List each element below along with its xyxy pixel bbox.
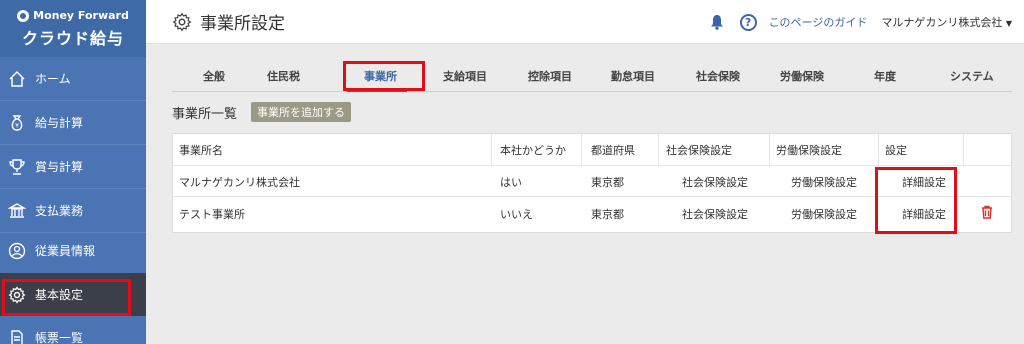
settings-tabs: 全般 住民税 事業所 支給項目 控除項目 勤怠項目 社会保険 労働保険 年度 シ… — [172, 65, 1012, 92]
column-header: 事業所名 — [179, 143, 223, 157]
sidebar-item-basic-settings[interactable]: 基本設定 — [0, 273, 146, 316]
add-office-button[interactable]: 事業所を追加する — [251, 102, 351, 122]
company-selector[interactable]: マルナゲカンリ株式会社 ▼ — [881, 14, 1012, 30]
tab-social-insurance[interactable]: 社会保険 — [696, 68, 740, 84]
document-icon — [8, 329, 26, 344]
tab-fiscal-year[interactable]: 年度 — [874, 68, 896, 84]
sidebar-item-label: ホーム — [35, 72, 71, 86]
bank-icon — [8, 202, 26, 220]
column-header: 社会保険設定 — [666, 143, 732, 157]
labor-insurance-link[interactable]: 労働保険設定 — [791, 167, 857, 196]
sidebar-item-label: 帳票一覧 — [35, 331, 84, 344]
employee-icon — [8, 242, 26, 260]
column-header: 本社かどうか — [500, 143, 566, 157]
table-header-row: 事業所名 本社かどうか 都道府県 社会保険設定 労働保険設定 設定 — [173, 134, 1011, 167]
brand-name: Money Forward — [33, 9, 129, 22]
sidebar-item-label: 基本設定 — [35, 288, 84, 302]
sidebar-item-employees[interactable]: 従業員情報 — [0, 229, 146, 272]
sidebar-item-home[interactable]: ホーム — [0, 57, 146, 100]
svg-text:¥: ¥ — [15, 122, 19, 129]
tab-general[interactable]: 全般 — [203, 68, 225, 84]
settings-gear-icon — [172, 12, 192, 32]
top-header: 事業所設定 ? このページのガイド マルナゲカンリ株式会社 ▼ — [146, 0, 1024, 44]
tab-attendance-items[interactable]: 勤怠項目 — [611, 68, 655, 84]
sidebar-item-label: 給与計算 — [35, 116, 84, 130]
prefecture: 東京都 — [591, 208, 624, 221]
sidebar: Money Forward クラウド給与 ホーム ¥ 給与計算 賞与計算 支払業… — [0, 0, 146, 344]
sidebar-item-label: 賞与計算 — [35, 160, 84, 174]
prefecture: 東京都 — [591, 175, 624, 189]
chevron-down-icon: ▼ — [1005, 19, 1012, 28]
tab-highlight-box — [343, 61, 425, 91]
tab-system[interactable]: システム — [950, 68, 994, 84]
help-icon[interactable]: ? — [739, 13, 757, 31]
sidebar-item-payments[interactable]: 支払業務 — [0, 189, 146, 232]
column-header: 都道府県 — [591, 143, 635, 157]
page-title: 事業所設定 — [200, 14, 285, 34]
section-title: 事業所一覧 — [172, 107, 238, 122]
tab-payment-items[interactable]: 支給項目 — [443, 68, 487, 84]
bell-icon[interactable] — [710, 14, 724, 30]
social-insurance-link[interactable]: 社会保険設定 — [682, 197, 748, 231]
column-header: 労働保険設定 — [776, 143, 842, 157]
tab-labor-insurance[interactable]: 労働保険 — [780, 68, 824, 84]
money-bag-icon: ¥ — [8, 114, 26, 132]
moneyforward-logo-icon — [17, 9, 30, 22]
tab-deduction-items[interactable]: 控除項目 — [528, 68, 572, 84]
trophy-icon — [8, 158, 26, 176]
sidebar-item-payroll[interactable]: ¥ 給与計算 — [0, 101, 146, 144]
sidebar-item-bonus[interactable]: 賞与計算 — [0, 145, 146, 188]
column-header: 設定 — [885, 143, 907, 157]
is-headquarters: いいえ — [500, 208, 533, 221]
page-guide-link[interactable]: このページのガイド — [769, 14, 868, 30]
sidebar-item-label: 従業員情報 — [35, 244, 96, 258]
is-headquarters: はい — [500, 175, 522, 189]
trash-icon[interactable] — [981, 204, 993, 219]
detail-settings-highlight-box — [875, 167, 957, 234]
office-name: テスト事業所 — [179, 208, 245, 221]
company-name: マルナゲカンリ株式会社 — [881, 16, 1003, 29]
sidebar-item-reports[interactable]: 帳票一覧 — [0, 316, 146, 344]
brand-logo[interactable]: Money Forward クラウド給与 — [0, 0, 146, 57]
social-insurance-link[interactable]: 社会保険設定 — [682, 167, 748, 196]
labor-insurance-link[interactable]: 労働保険設定 — [791, 197, 857, 231]
tab-resident-tax[interactable]: 住民税 — [267, 68, 300, 84]
sidebar-item-label: 支払業務 — [35, 204, 84, 218]
home-icon — [8, 70, 26, 88]
product-name: クラウド給与 — [21, 29, 124, 48]
gear-icon — [8, 285, 26, 304]
office-name: マルナゲカンリ株式会社 — [179, 175, 300, 189]
